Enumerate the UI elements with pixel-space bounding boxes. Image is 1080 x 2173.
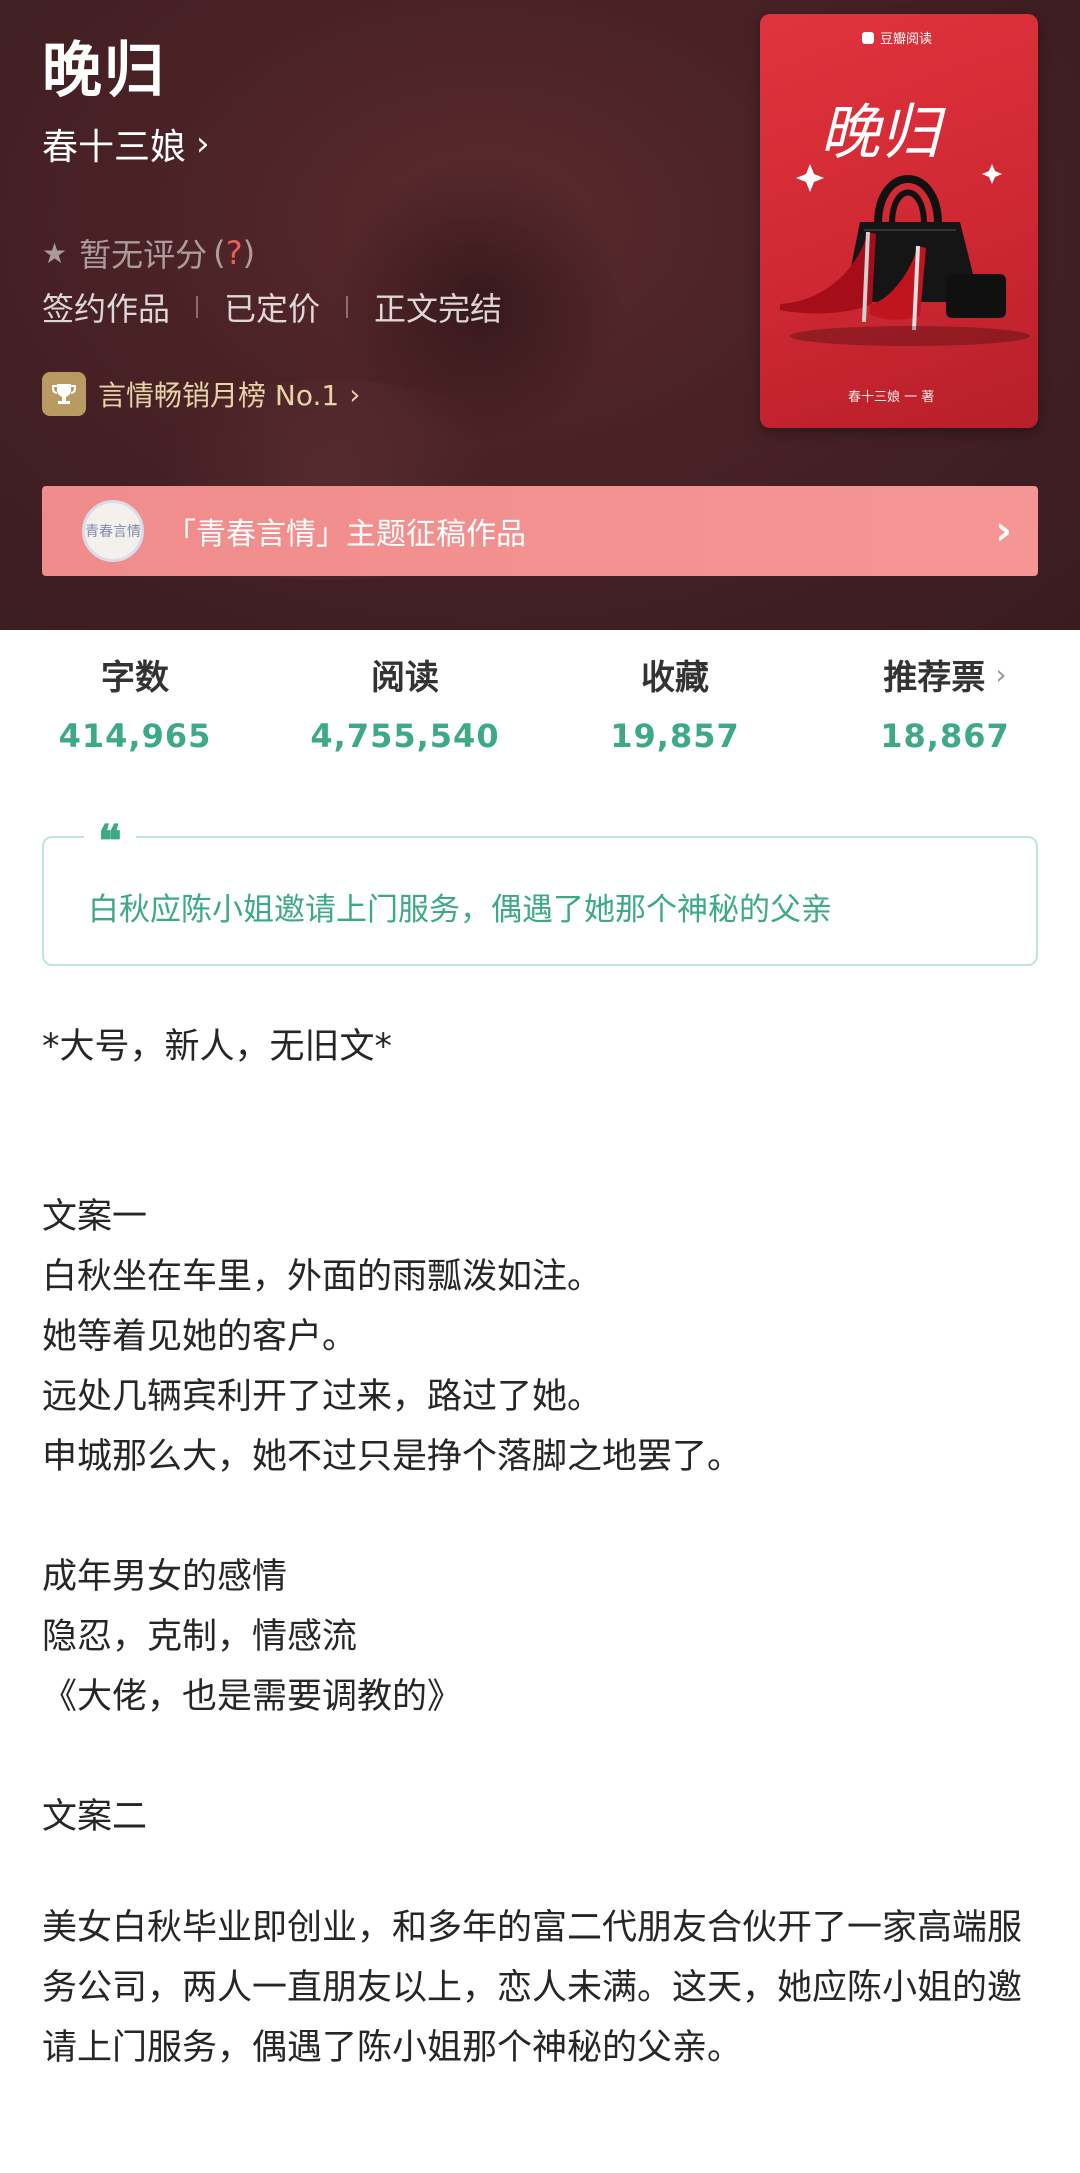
tag-divider	[346, 296, 349, 318]
banner-text: 「青春言情」主题征稿作品	[166, 517, 526, 552]
tagline-text: 白秋应陈小姐邀请上门服务，偶遇了她那个神秘的父亲	[88, 892, 832, 928]
intro-line: 她等着见她的客户。	[42, 1317, 358, 1357]
publisher-icon	[862, 31, 874, 44]
quote-icon: ❝	[84, 816, 136, 867]
tag-divider	[196, 296, 199, 318]
intro-paragraph: 美女白秋毕业即创业，和多年的富二代朋友合伙开了一家高端服务公司，两人一直朋友以上…	[42, 1908, 1023, 2068]
book-title: 晚归	[42, 36, 166, 106]
intro-line: 远处几辆宾利开了过来，路过了她。	[42, 1377, 603, 1417]
contest-badge-icon: 青春言情	[82, 500, 144, 562]
author-name: 春十三娘	[42, 127, 187, 168]
star-icon: ★	[42, 236, 68, 270]
tagline-box: ❝ 白秋应陈小姐邀请上门服务，偶遇了她那个神秘的父亲	[42, 816, 1038, 966]
stat-word-count: 字数 414,965	[58, 658, 212, 755]
tag-priced: 已定价	[224, 290, 321, 328]
intro-line: 隐忍，克制，情感流	[42, 1617, 358, 1657]
contest-banner[interactable]: 青春言情 「青春言情」主题征稿作品 ›	[42, 486, 1038, 576]
book-stats: 字数 414,965 阅读 4,755,540 收藏 19,857 推荐票 › …	[0, 650, 1080, 770]
intro-line: 《大佬，也是需要调教的》	[42, 1677, 463, 1717]
rank-link[interactable]: 言情畅销月榜 No.1 ›	[42, 372, 360, 416]
handbag-illustration	[780, 164, 1030, 346]
rating-row: ★ 暂无评分 (?)	[42, 230, 255, 276]
book-cover[interactable]: 豆瓣阅读 晚归 春十三娘 一 著	[760, 14, 1038, 428]
author-link[interactable]: 春十三娘 ›	[42, 118, 210, 170]
cover-author: 春十三娘 一 著	[848, 390, 935, 405]
chevron-right-icon: ›	[196, 124, 210, 164]
stat-favorites: 收藏 19,857	[610, 658, 740, 755]
section-title: 文案二	[42, 1797, 148, 1837]
tag-signed: 签约作品	[42, 290, 171, 328]
intro-note: *大号，新人，无旧文*	[42, 1027, 393, 1067]
tag-completed: 正文完结	[374, 290, 503, 328]
rating-text: 暂无评分	[79, 236, 208, 274]
intro-line: 白秋坐在车里，外面的雨瓢泼如注。	[42, 1257, 603, 1297]
intro-line: 申城那么大，她不过只是挣个落脚之地罢了。	[42, 1437, 743, 1477]
book-header: 晚归 春十三娘 › ★ 暂无评分 (?) 签约作品 已定价 正文完结 言情畅销月…	[0, 0, 1080, 630]
stat-reads: 阅读 4,755,540	[310, 658, 500, 755]
intro-line: 成年男女的感情	[42, 1557, 288, 1597]
trophy-icon	[42, 372, 86, 416]
chevron-right-icon: ›	[995, 658, 1007, 691]
publisher-logo: 豆瓣阅读	[862, 28, 932, 47]
rating-help-icon[interactable]: ?	[226, 234, 243, 272]
stat-recommend-votes[interactable]: 推荐票 › 18,867	[810, 650, 1080, 770]
chevron-right-icon: ›	[349, 377, 361, 411]
book-tags: 签约作品 已定价 正文完结	[42, 284, 502, 330]
rank-text: 言情畅销月榜 No.1	[98, 379, 340, 412]
section-title: 文案一	[42, 1197, 148, 1237]
chevron-right-icon: ›	[995, 508, 1012, 554]
